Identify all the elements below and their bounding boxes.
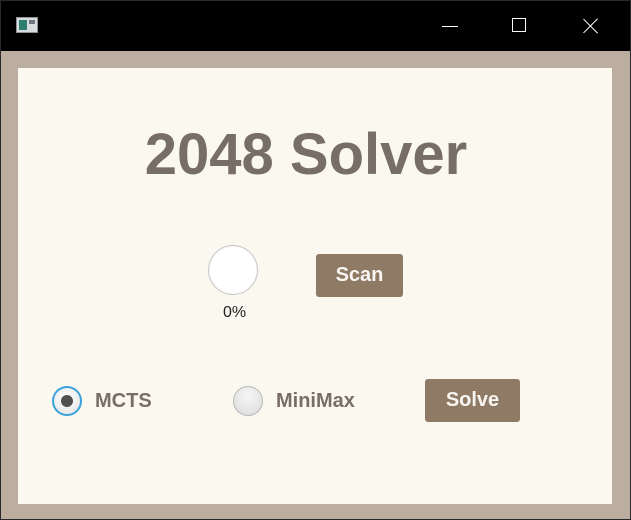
progress-label: 0% <box>222 304 247 321</box>
minimize-button[interactable] <box>415 1 485 51</box>
radio-unselected-icon[interactable] <box>233 386 263 416</box>
app-window: 2048 Solver 0% Scan MCTS MiniMax Solve <box>0 0 631 520</box>
maximize-icon <box>512 18 526 32</box>
solve-button[interactable]: Solve <box>425 379 520 422</box>
radio-label-minimax: MiniMax <box>276 389 355 412</box>
minimize-icon <box>442 26 458 27</box>
close-icon <box>583 18 599 34</box>
radio-mcts[interactable]: MCTS <box>52 385 152 417</box>
content-panel: 2048 Solver 0% Scan MCTS MiniMax Solve <box>18 68 612 504</box>
app-icon <box>16 17 38 33</box>
title-bar[interactable] <box>1 1 630 51</box>
radio-selected-icon[interactable] <box>52 386 82 416</box>
progress-indicator <box>208 245 258 295</box>
scan-button[interactable]: Scan <box>316 254 403 297</box>
page-title: 2048 Solver <box>144 122 468 187</box>
close-button[interactable] <box>557 1 627 51</box>
maximize-button[interactable] <box>485 1 555 51</box>
radio-label-mcts: MCTS <box>95 389 152 412</box>
radio-minimax[interactable]: MiniMax <box>233 385 355 417</box>
